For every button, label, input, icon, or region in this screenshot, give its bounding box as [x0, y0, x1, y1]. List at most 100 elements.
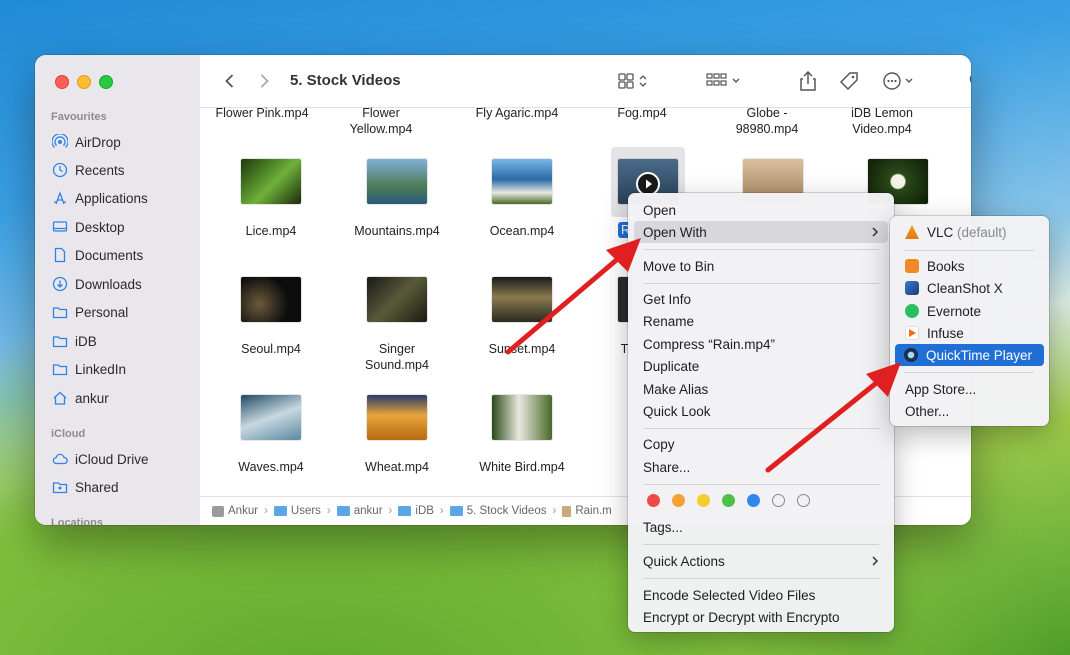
file-name: Flower Yellow.mp4 — [349, 106, 413, 136]
sidebar-item-idb[interactable]: iDB — [51, 330, 97, 352]
search-button[interactable] — [968, 69, 971, 93]
file-item[interactable]: iDB Lemon Video.mp4 — [842, 105, 922, 137]
path-segment[interactable]: Rain.m — [562, 505, 612, 517]
video-thumbnail[interactable] — [241, 277, 301, 322]
video-thumbnail[interactable] — [492, 159, 552, 204]
file-item[interactable]: Flower Yellow.mp4 — [331, 105, 431, 137]
tag-green[interactable] — [722, 494, 735, 507]
video-thumbnail[interactable] — [241, 395, 301, 440]
menu-item-app-store[interactable]: App Store... — [896, 378, 1043, 400]
tags-button[interactable] — [838, 69, 860, 93]
tag-yellow[interactable] — [697, 494, 710, 507]
books-icon — [905, 259, 919, 273]
video-thumbnail[interactable] — [492, 395, 552, 440]
chevron-left-icon — [225, 74, 234, 88]
file-item[interactable]: Fly Agaric.mp4 — [457, 105, 577, 121]
document-icon — [51, 247, 68, 264]
video-thumbnail[interactable] — [367, 159, 427, 204]
path-segment[interactable]: iDB — [398, 505, 434, 517]
menu-item-compress[interactable]: Compress “Rain.mp4” — [634, 333, 888, 355]
sidebar-item-downloads[interactable]: Downloads — [51, 273, 142, 295]
folder-icon — [273, 506, 287, 516]
file-item[interactable]: Mountains.mp4 — [337, 223, 457, 239]
tag-red[interactable] — [647, 494, 660, 507]
sidebar-item-airdrop[interactable]: AirDrop — [51, 131, 121, 153]
file-item[interactable]: Waves.mp4 — [211, 459, 331, 475]
file-name: Seoul.mp4 — [241, 342, 301, 356]
file-item[interactable]: Sunset.mp4 — [462, 341, 582, 357]
group-button[interactable] — [706, 69, 744, 93]
menu-item-rename[interactable]: Rename — [634, 310, 888, 332]
menu-item-encode[interactable]: Encode Selected Video Files — [634, 584, 888, 606]
sidebar-item-label: iCloud Drive — [75, 451, 149, 467]
path-segment[interactable]: Users — [273, 505, 321, 517]
back-button[interactable] — [220, 71, 240, 91]
menu-item-books[interactable]: Books — [896, 255, 1043, 277]
file-item[interactable]: Singer Sound.mp4 — [337, 341, 457, 373]
tag-purple[interactable] — [772, 494, 785, 507]
menu-item-infuse[interactable]: Infuse — [896, 322, 1043, 344]
sidebar-item-label: LinkedIn — [75, 361, 127, 377]
file-item[interactable]: Fog.mp4 — [582, 105, 702, 121]
menu-item-quicktime[interactable]: QuickTime Player — [895, 344, 1044, 366]
video-thumbnail[interactable] — [492, 277, 552, 322]
menu-item-vlc[interactable]: VLC (default) — [896, 221, 1043, 243]
menu-item-open[interactable]: Open — [634, 199, 888, 221]
sidebar-item-ankur[interactable]: ankur — [51, 387, 109, 409]
minimize-button[interactable] — [77, 75, 91, 89]
menu-item-copy[interactable]: Copy — [634, 433, 888, 455]
menu-item-cleanshot[interactable]: CleanShot X — [896, 277, 1043, 299]
sidebar-item-shared[interactable]: Shared — [51, 476, 119, 498]
menu-item-make-alias[interactable]: Make Alias — [634, 378, 888, 400]
tag-orange[interactable] — [672, 494, 685, 507]
sidebar-item-icloud-drive[interactable]: iCloud Drive — [51, 448, 149, 470]
airdrop-icon — [51, 134, 68, 151]
sidebar-item-desktop[interactable]: Desktop — [51, 216, 125, 238]
file-item[interactable]: Tr — [592, 341, 632, 357]
view-mode-button[interactable] — [618, 69, 652, 93]
menu-item-evernote[interactable]: Evernote — [896, 300, 1043, 322]
menu-item-quick-actions[interactable]: Quick Actions — [634, 550, 888, 572]
tag-blue[interactable] — [747, 494, 760, 507]
forward-button[interactable] — [254, 71, 274, 91]
video-thumbnail[interactable] — [367, 277, 427, 322]
file-name: Globe - 98980.mp4 — [735, 106, 799, 136]
sidebar-item-applications[interactable]: Applications — [51, 187, 148, 209]
group-icon — [706, 73, 740, 86]
file-item[interactable]: Wheat.mp4 — [337, 459, 457, 475]
menu-item-encrypt[interactable]: Encrypt or Decrypt with Encrypto — [634, 606, 888, 628]
folder-icon — [449, 506, 463, 516]
action-menu-button[interactable] — [882, 69, 918, 93]
menu-item-share[interactable]: Share... — [634, 456, 888, 478]
path-segment[interactable]: ankur — [336, 505, 383, 517]
video-thumbnail[interactable] — [367, 395, 427, 440]
close-button[interactable] — [55, 75, 69, 89]
file-item[interactable]: Ocean.mp4 — [462, 223, 582, 239]
open-with-submenu: VLC (default) Books CleanShot X Evernote… — [890, 216, 1049, 426]
menu-item-tags[interactable]: Tags... — [634, 516, 888, 538]
sidebar-item-linkedin[interactable]: LinkedIn — [51, 358, 126, 380]
menu-item-get-info[interactable]: Get Info — [634, 288, 888, 310]
sidebar-item-label: iDB — [75, 333, 97, 349]
file-item[interactable]: Seoul.mp4 — [211, 341, 331, 357]
share-button[interactable] — [798, 69, 818, 93]
file-item[interactable]: Lice.mp4 — [211, 223, 331, 239]
menu-item-quick-look[interactable]: Quick Look — [634, 400, 888, 422]
file-item[interactable]: Globe - 98980.mp4 — [722, 105, 812, 137]
file-name: Mountains.mp4 — [354, 224, 440, 238]
tag-gray[interactable] — [797, 494, 810, 507]
path-segment[interactable]: Ankur — [212, 505, 258, 517]
file-item[interactable]: Flower Pink.mp4 — [202, 105, 322, 121]
sidebar-item-documents[interactable]: Documents — [51, 244, 143, 266]
sidebar-item-recents[interactable]: Recents — [51, 159, 125, 181]
video-thumbnail[interactable] — [241, 159, 301, 204]
menu-item-duplicate[interactable]: Duplicate — [634, 355, 888, 377]
share-icon — [800, 70, 816, 91]
sidebar-item-personal[interactable]: Personal — [51, 301, 128, 323]
menu-item-open-with[interactable]: Open With — [634, 221, 888, 243]
path-segment[interactable]: 5. Stock Videos — [449, 505, 546, 517]
menu-item-other[interactable]: Other... — [896, 400, 1043, 422]
zoom-button[interactable] — [99, 75, 113, 89]
file-item[interactable]: White Bird.mp4 — [462, 459, 582, 475]
menu-item-move-to-bin[interactable]: Move to Bin — [634, 255, 888, 277]
